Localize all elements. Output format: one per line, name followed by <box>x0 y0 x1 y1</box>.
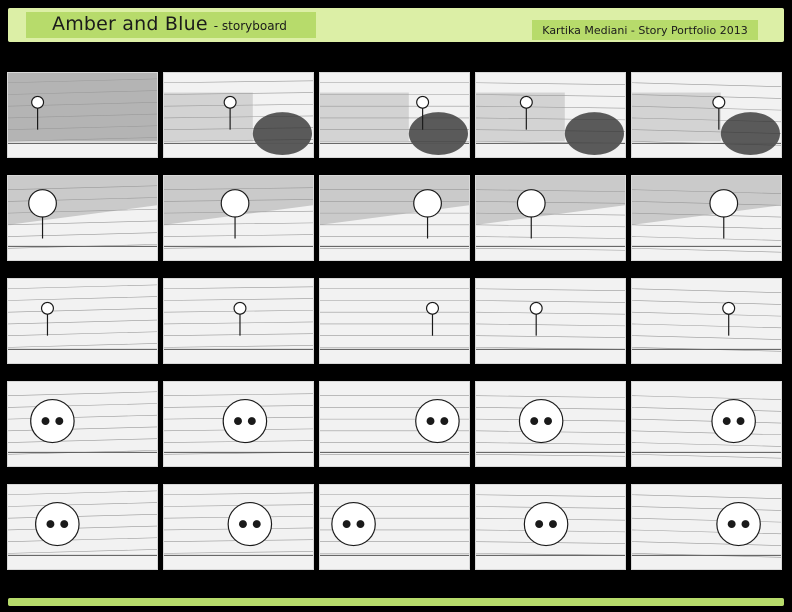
panel-sketch <box>320 82 469 156</box>
storyboard-panel-11 <box>7 278 158 364</box>
storyboard-panel-20 <box>631 381 782 467</box>
storyboard-panel-6 <box>7 175 158 261</box>
panel-sketch <box>8 176 157 249</box>
storyboard-panel-5 <box>631 72 782 158</box>
title-box: Amber and Blue - storyboard <box>26 12 316 38</box>
panel-sketch <box>476 288 625 350</box>
panel-sketch <box>8 391 157 455</box>
panel-sketch <box>320 288 469 350</box>
panel-sketch <box>632 395 781 459</box>
panel-sketch <box>320 494 469 556</box>
storyboard-panel-10 <box>631 175 782 261</box>
panel-sketch <box>632 494 781 558</box>
storyboard-panel-15 <box>631 278 782 364</box>
panel-sketch <box>476 82 625 156</box>
panel-sketch <box>164 492 313 556</box>
storyboard-grid <box>7 72 783 570</box>
storyboard-panel-7 <box>163 175 314 261</box>
storyboard-panel-24 <box>475 484 626 570</box>
storyboard-panel-2 <box>163 72 314 158</box>
storyboard-panel-18 <box>319 381 470 467</box>
panel-sketch <box>476 494 625 556</box>
storyboard-panel-16 <box>7 381 158 467</box>
storyboard-panel-4 <box>475 72 626 158</box>
storyboard-panel-14 <box>475 278 626 364</box>
panel-sketch <box>320 176 469 249</box>
panel-sketch <box>632 176 781 253</box>
storyboard-subtitle: - storyboard <box>213 19 287 33</box>
storyboard-panel-21 <box>7 484 158 570</box>
storyboard-panel-22 <box>163 484 314 570</box>
panel-sketch <box>476 176 625 251</box>
author-credit: Kartika Mediani - Story Portfolio 2013 <box>532 20 758 40</box>
panel-sketch <box>320 395 469 455</box>
panel-sketch <box>8 284 157 350</box>
panel-sketch <box>164 286 313 350</box>
footer-bar <box>8 598 784 606</box>
storyboard-panel-25 <box>631 484 782 570</box>
storyboard-panel-3 <box>319 72 470 158</box>
panel-sketch <box>164 80 313 156</box>
storyboard-panel-13 <box>319 278 470 364</box>
storyboard-panel-8 <box>319 175 470 261</box>
panel-sketch <box>632 288 781 352</box>
panel-sketch <box>164 393 313 455</box>
panel-sketch <box>8 73 157 144</box>
storyboard-panel-19 <box>475 381 626 467</box>
panel-sketch <box>476 395 625 457</box>
panel-sketch <box>632 82 781 156</box>
storyboard-panel-1 <box>7 72 158 158</box>
panel-sketch <box>8 490 157 556</box>
storyboard-panel-23 <box>319 484 470 570</box>
header-bar: Amber and Blue - storyboard Kartika Medi… <box>8 8 784 42</box>
storyboard-panel-9 <box>475 175 626 261</box>
storyboard-panel-12 <box>163 278 314 364</box>
panel-sketch <box>164 176 313 249</box>
storyboard-title: Amber and Blue <box>52 13 208 35</box>
storyboard-panel-17 <box>163 381 314 467</box>
